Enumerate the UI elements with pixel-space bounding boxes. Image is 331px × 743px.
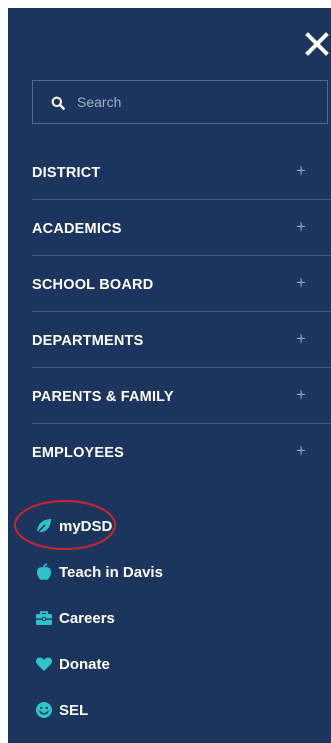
nav-item-label: DEPARTMENTS [32, 333, 144, 349]
expand-icon[interactable]: + [296, 161, 306, 181]
heart-icon [35, 655, 53, 673]
close-button[interactable] [303, 30, 331, 58]
expand-icon[interactable]: + [296, 273, 306, 293]
nav-item-departments[interactable]: DEPARTMENTS + [32, 312, 331, 368]
leaf-icon [35, 517, 53, 535]
link-label: Careers [59, 610, 115, 627]
link-sel[interactable]: SEL [32, 692, 312, 738]
link-mydsd[interactable]: myDSD [32, 508, 312, 554]
search-icon [51, 96, 65, 110]
main-nav: DISTRICT + ACADEMICS + SCHOOL BOARD + DE… [32, 144, 331, 480]
expand-icon[interactable]: + [296, 329, 306, 349]
quick-links: myDSD Teach in Davis Careers Donate SEL [32, 508, 312, 738]
nav-item-employees[interactable]: EMPLOYEES + [32, 424, 331, 480]
close-icon [305, 32, 329, 56]
search-box[interactable] [32, 80, 328, 124]
link-careers[interactable]: Careers [32, 600, 312, 646]
nav-item-label: ACADEMICS [32, 221, 122, 237]
search-input[interactable] [77, 81, 317, 123]
nav-item-label: EMPLOYEES [32, 445, 125, 461]
nav-item-label: SCHOOL BOARD [32, 277, 154, 293]
link-label: SEL [59, 702, 89, 719]
nav-item-parents-family[interactable]: PARENTS & FAMILY + [32, 368, 331, 424]
link-label: myDSD [59, 518, 113, 535]
apple-icon [35, 563, 53, 581]
link-teach-in-davis[interactable]: Teach in Davis [32, 554, 312, 600]
link-donate[interactable]: Donate [32, 646, 312, 692]
smile-icon [35, 701, 53, 719]
nav-item-school-board[interactable]: SCHOOL BOARD + [32, 256, 331, 312]
nav-item-district[interactable]: DISTRICT + [32, 144, 331, 200]
nav-drawer: DISTRICT + ACADEMICS + SCHOOL BOARD + DE… [8, 8, 331, 743]
nav-item-label: PARENTS & FAMILY [32, 389, 174, 405]
briefcase-icon [35, 609, 53, 627]
link-label: Donate [59, 656, 110, 673]
nav-item-academics[interactable]: ACADEMICS + [32, 200, 331, 256]
nav-item-label: DISTRICT [32, 165, 101, 181]
link-label: Teach in Davis [59, 564, 163, 581]
expand-icon[interactable]: + [296, 385, 306, 405]
expand-icon[interactable]: + [296, 441, 306, 461]
expand-icon[interactable]: + [296, 217, 306, 237]
